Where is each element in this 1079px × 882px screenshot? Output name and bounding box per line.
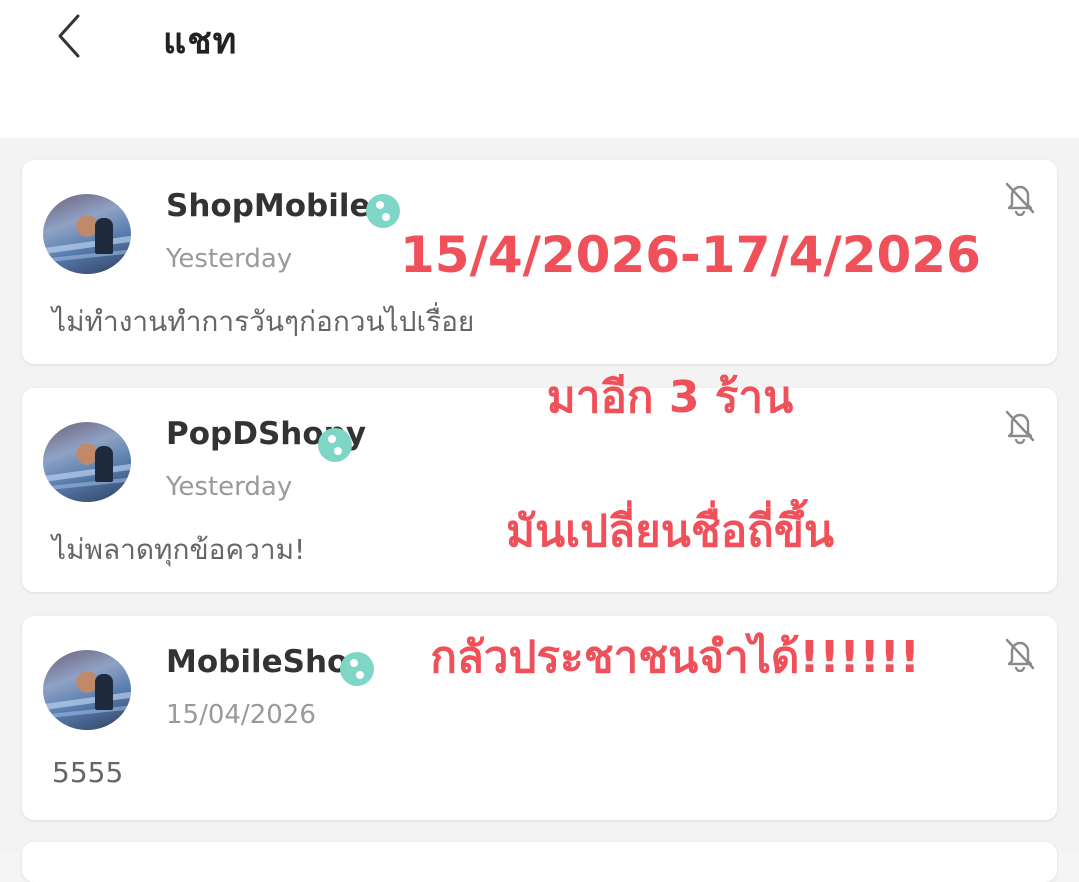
overlay-date-range: 15/4/2026-17/4/2026 (400, 226, 981, 284)
overlay-note-line: มาอีก 3 ร้าน (546, 372, 794, 423)
overlay-note-line: กลัวประชาชนจำได้!!!!!! (430, 632, 920, 683)
shop-name: ShopMobilec (166, 188, 389, 224)
overlay-note-line: มันเปลี่ยนชื่อถี่ขึ้น (506, 506, 834, 557)
message-preview: ไม่ทำงานทำการวันๆก่อกวนไปเรื่อย (52, 305, 475, 338)
page-title: แชท (163, 21, 238, 62)
verified-badge-icon (318, 428, 352, 462)
verified-badge-icon (366, 194, 400, 228)
timestamp: 15/04/2026 (166, 700, 316, 730)
chat-item-partial[interactable] (22, 842, 1057, 882)
back-button[interactable] (44, 8, 94, 64)
avatar (43, 422, 131, 502)
shop-name: MobileShop (166, 644, 371, 680)
timestamp: Yesterday (166, 472, 293, 502)
app-header: แชท (0, 0, 1079, 138)
avatar (43, 194, 131, 274)
timestamp: Yesterday (166, 244, 293, 274)
message-preview: ไม่พลาดทุกข้อความ! (52, 533, 306, 566)
bell-off-icon[interactable] (1003, 636, 1037, 672)
bell-off-icon[interactable] (1003, 408, 1037, 444)
avatar (43, 650, 131, 730)
chevron-left-icon (58, 14, 80, 58)
message-preview: 5555 (52, 756, 124, 789)
verified-badge-icon (340, 652, 374, 686)
bell-off-icon[interactable] (1003, 180, 1037, 216)
